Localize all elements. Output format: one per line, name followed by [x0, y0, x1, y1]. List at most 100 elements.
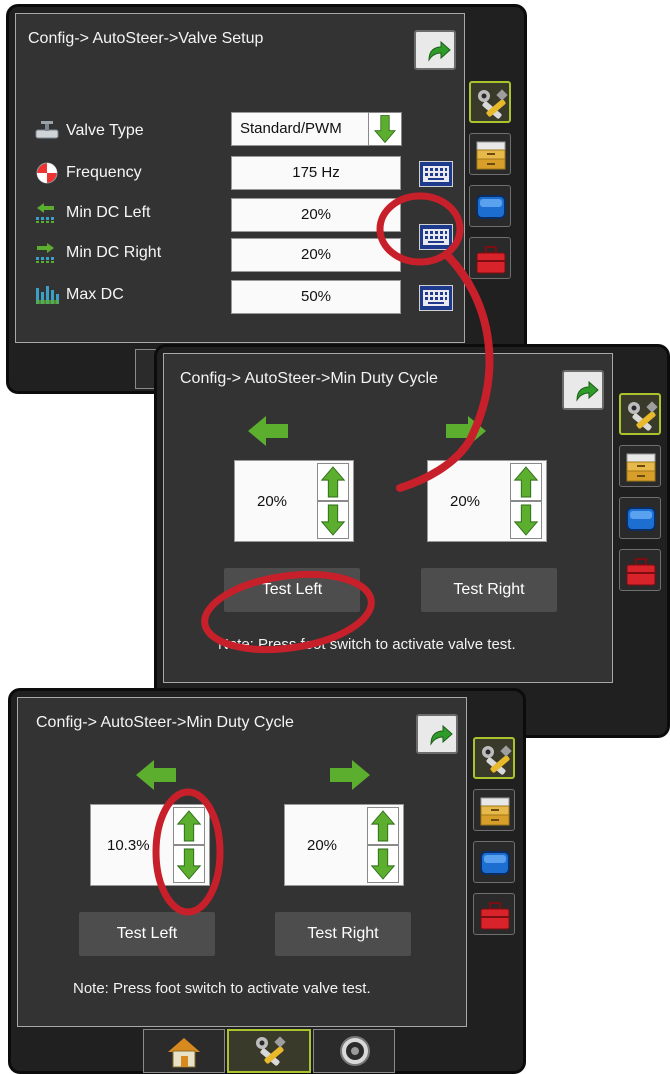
toolbox-icon — [480, 902, 510, 930]
min-duty-cycle-content-2: Config-> AutoSteer->Min Duty Cycle 10.3%… — [17, 697, 467, 1027]
min-dc-right-decrease-button[interactable] — [510, 501, 542, 539]
back-arrow-icon — [428, 41, 451, 61]
min-dc-left-value: 20% — [257, 493, 288, 510]
side-tab-monitor[interactable] — [469, 185, 511, 227]
side-tab-bins[interactable] — [469, 133, 511, 175]
right-direction-icon — [446, 416, 486, 446]
min-dc-right-icon — [36, 243, 54, 263]
side-tab-monitor[interactable] — [619, 497, 661, 539]
monitor-icon — [476, 195, 506, 219]
test-left-button[interactable]: Test Left — [224, 568, 360, 612]
bins-icon — [480, 797, 510, 826]
chevron-down-icon — [374, 115, 396, 143]
bins-icon — [476, 141, 506, 170]
min-dc-right-value: 20% — [307, 837, 338, 854]
keyboard-icon — [423, 229, 449, 245]
max-dc-field[interactable]: 50% — [231, 280, 401, 314]
page-title: Config-> AutoSteer->Min Duty Cycle — [180, 370, 438, 387]
min-dc-right-stepper: 20% — [284, 804, 404, 886]
test-left-button[interactable]: Test Left — [79, 912, 215, 956]
arrow-up-icon — [514, 466, 538, 498]
page-title: Config-> AutoSteer->Min Duty Cycle — [36, 714, 294, 731]
side-tab-bins[interactable] — [473, 789, 515, 831]
bins-icon — [626, 453, 656, 482]
side-tab-monitor[interactable] — [473, 841, 515, 883]
back-button[interactable] — [416, 714, 458, 754]
min-duty-cycle-content-1: Config-> AutoSteer->Min Duty Cycle 20% 2… — [163, 353, 613, 683]
tools-icon — [482, 745, 512, 776]
frequency-field[interactable]: 175 Hz — [231, 156, 401, 190]
min-dc-left-decrease-button[interactable] — [317, 501, 349, 539]
tools-icon — [478, 89, 508, 120]
min-dc-right-increase-button[interactable] — [510, 463, 542, 501]
arrow-down-icon — [177, 848, 201, 880]
valve-type-value: Standard/PWM — [240, 120, 342, 137]
frequency-label: Frequency — [66, 164, 142, 181]
bottom-tab-tools[interactable] — [227, 1029, 311, 1073]
arrow-down-icon — [371, 848, 395, 880]
valve-type-dropdown-button[interactable] — [368, 112, 402, 146]
min-dc-right-field[interactable]: 20% — [231, 238, 401, 272]
min-dc-left-increase-button[interactable] — [317, 463, 349, 501]
left-direction-icon — [248, 416, 288, 446]
bottom-tab-gauge[interactable] — [313, 1029, 395, 1073]
tools-icon — [628, 401, 658, 432]
min-dc-right-increase-button[interactable] — [367, 807, 399, 845]
valve-setup-panel: Config-> AutoSteer->Valve Setup Valve Ty… — [6, 4, 527, 394]
valve-test-note: Note: Press foot switch to activate valv… — [218, 636, 516, 653]
keyboard-icon — [423, 290, 449, 306]
arrow-down-icon — [514, 504, 538, 536]
side-tab-bins[interactable] — [619, 445, 661, 487]
max-dc-icon — [36, 286, 59, 304]
min-dc-left-label: Min DC Left — [66, 204, 151, 221]
min-duty-cycle-panel-2: Config-> AutoSteer->Min Duty Cycle 10.3%… — [8, 688, 526, 1074]
arrow-up-icon — [321, 466, 345, 498]
bottom-tab-home[interactable] — [143, 1029, 225, 1073]
min-duty-cycle-panel-1: Config-> AutoSteer->Min Duty Cycle 20% 2… — [154, 344, 670, 738]
min-dc-left-value: 10.3% — [107, 837, 150, 854]
back-button[interactable] — [414, 30, 456, 70]
valve-type-label: Valve Type — [66, 122, 144, 139]
keyboard-icon — [423, 166, 449, 182]
left-direction-icon — [136, 760, 176, 790]
page-title: Config-> AutoSteer->Valve Setup — [28, 30, 264, 47]
side-tab-toolbox[interactable] — [473, 893, 515, 935]
monitor-icon — [626, 507, 656, 531]
arrow-up-icon — [177, 810, 201, 842]
monitor-icon — [480, 851, 510, 875]
toolbox-icon — [626, 558, 656, 586]
min-dc-left-decrease-button[interactable] — [173, 845, 205, 883]
min-dc-keyboard-button[interactable] — [419, 224, 453, 250]
valve-test-note: Note: Press foot switch to activate valv… — [73, 980, 371, 997]
right-direction-icon — [330, 760, 370, 790]
side-tab-toolbox[interactable] — [469, 237, 511, 279]
valve-icon — [35, 121, 59, 139]
frequency-icon — [36, 162, 58, 184]
min-dc-right-decrease-button[interactable] — [367, 845, 399, 883]
min-dc-left-icon — [36, 203, 54, 223]
toolbox-icon — [476, 246, 506, 274]
test-right-button[interactable]: Test Right — [275, 912, 411, 956]
min-dc-right-value: 20% — [450, 493, 481, 510]
min-dc-left-stepper: 10.3% — [90, 804, 210, 886]
arrow-up-icon — [371, 810, 395, 842]
min-dc-right-stepper: 20% — [427, 460, 547, 542]
arrow-down-icon — [321, 504, 345, 536]
min-dc-left-stepper: 20% — [234, 460, 354, 542]
side-tab-toolbox[interactable] — [619, 549, 661, 591]
min-dc-left-field[interactable]: 20% — [231, 198, 401, 232]
min-dc-right-label: Min DC Right — [66, 244, 162, 261]
side-tab-tools[interactable] — [473, 737, 515, 779]
home-icon — [168, 1038, 200, 1068]
max-dc-keyboard-button[interactable] — [419, 285, 453, 311]
back-arrow-icon — [576, 381, 599, 401]
side-tab-tools[interactable] — [619, 393, 661, 435]
max-dc-label: Max DC — [66, 286, 124, 303]
back-arrow-icon — [430, 725, 453, 745]
test-right-button[interactable]: Test Right — [421, 568, 557, 612]
back-button[interactable] — [562, 370, 604, 410]
side-tab-tools[interactable] — [469, 81, 511, 123]
min-dc-left-increase-button[interactable] — [173, 807, 205, 845]
frequency-keyboard-button[interactable] — [419, 161, 453, 187]
gauge-icon — [340, 1036, 370, 1066]
